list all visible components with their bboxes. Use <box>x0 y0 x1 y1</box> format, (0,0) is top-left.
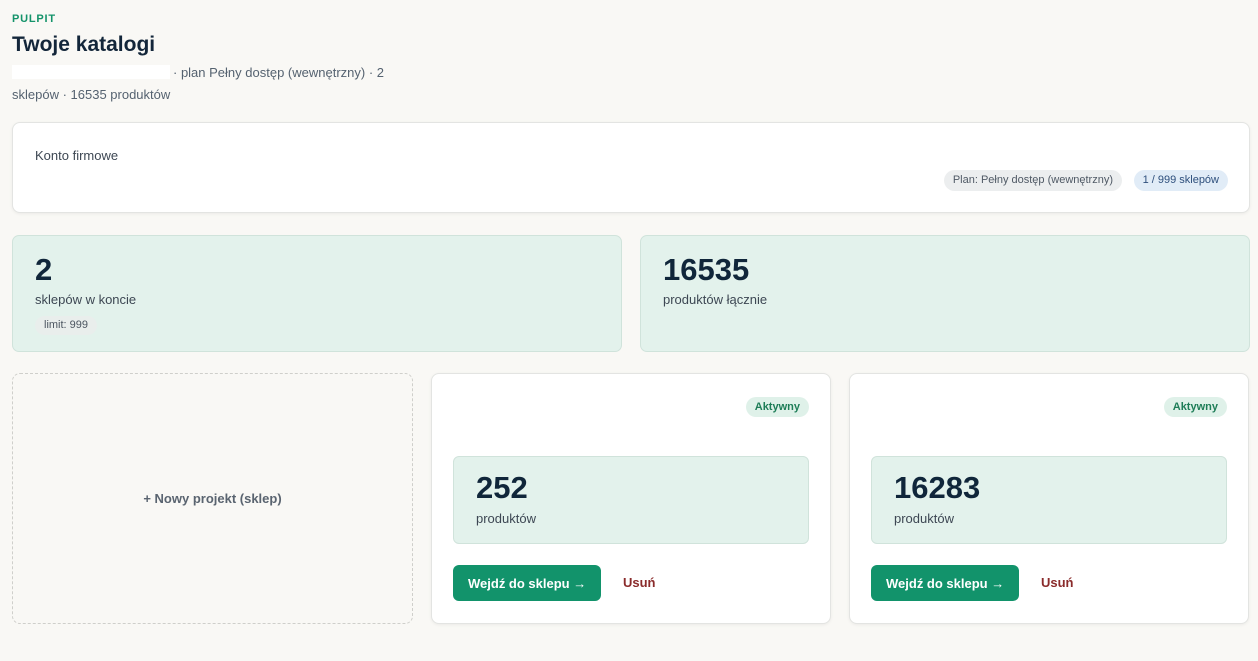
shop-products-value: 252 <box>476 470 528 505</box>
redacted-account-name <box>12 65 170 79</box>
shop-products-value: 16283 <box>894 470 981 505</box>
enter-shop-button[interactable]: Wejdź do sklepu → <box>453 565 602 601</box>
shop-products-label: produktów <box>476 511 536 526</box>
products-total-label: produktów łącznie <box>663 292 768 307</box>
products-total-card: 16535 produktów łącznie <box>640 235 1250 352</box>
status-badge: Aktywny <box>745 397 809 417</box>
delete-shop-button[interactable]: Usuń <box>1041 575 1074 590</box>
new-project-button[interactable]: + Nowy projekt (sklep) <box>12 373 413 624</box>
account-title: Konto firmowe <box>35 148 119 163</box>
shop-products-stat: 252 produktów <box>453 456 809 544</box>
page-eyebrow: PULPIT <box>12 13 56 25</box>
shops-count-value: 2 <box>35 252 53 287</box>
shop-card: Aktywny 16283 produktów Wejdź do sklepu … <box>849 373 1249 624</box>
shop-card: Aktywny 252 produktów Wejdź do sklepu → … <box>431 373 831 624</box>
delete-shop-button[interactable]: Usuń <box>623 575 656 590</box>
page-title: Twoje katalogi <box>12 33 156 56</box>
shop-products-label: produktów <box>894 511 954 526</box>
shops-count-label: sklepów w koncie <box>35 292 137 307</box>
page-subtitle: · plan Pełny dostęp (wewnętrzny) · 2 skl… <box>12 62 412 106</box>
products-total-value: 16535 <box>663 252 750 287</box>
shop-products-stat: 16283 produktów <box>871 456 1227 544</box>
status-badge: Aktywny <box>1163 397 1227 417</box>
shops-count-card: 2 sklepów w koncie limit: 999 <box>12 235 622 352</box>
shop-limit-badge: 1 / 999 sklepów <box>1133 170 1228 191</box>
account-card: Konto firmowe Plan: Pełny dostęp (wewnęt… <box>12 122 1250 213</box>
enter-shop-button[interactable]: Wejdź do sklepu → <box>871 565 1020 601</box>
plan-badge: Plan: Pełny dostęp (wewnętrzny) <box>943 170 1122 191</box>
shops-limit-chip: limit: 999 <box>35 316 98 335</box>
